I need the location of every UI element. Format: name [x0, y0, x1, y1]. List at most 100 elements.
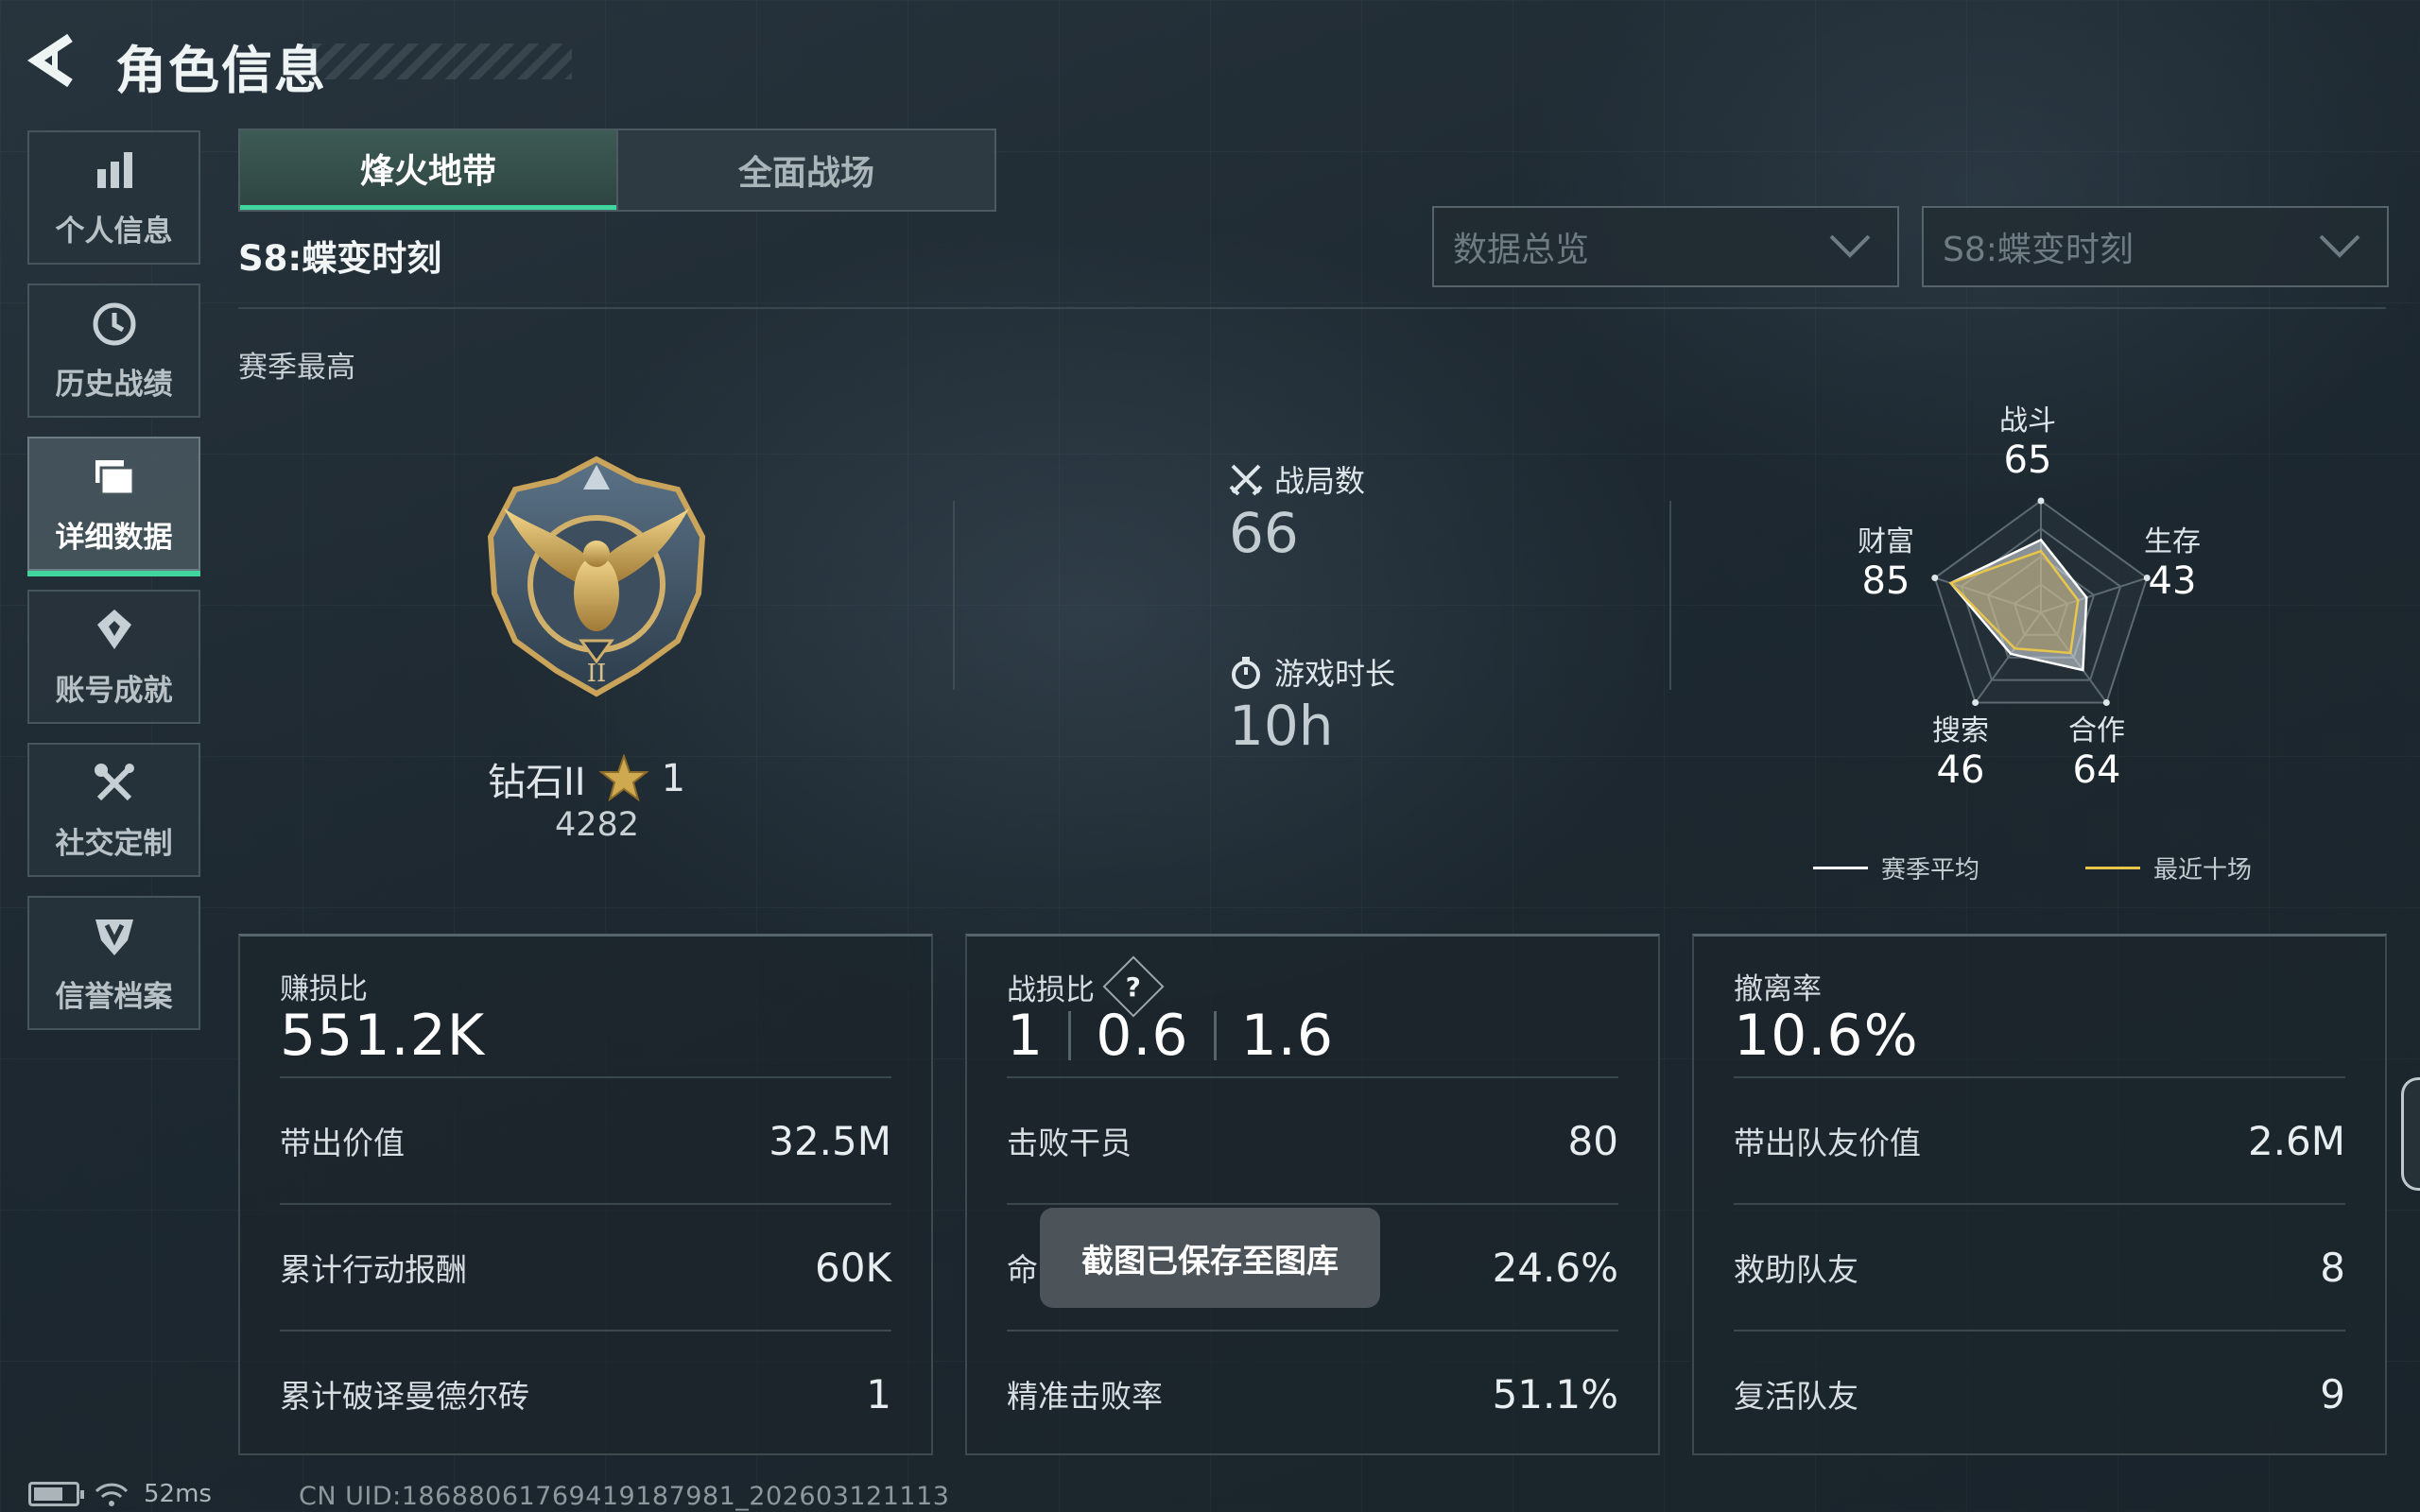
sidebar-item-credit[interactable]: 信誉档案: [27, 896, 200, 1030]
achievement-badge-icon: [96, 609, 131, 649]
stopwatch-icon: [1232, 657, 1260, 689]
sidebar-item-personal-info[interactable]: 个人信息: [27, 130, 200, 265]
radar-axis-dot: [2102, 698, 2110, 706]
stat-key: 带出队友价值: [1734, 1125, 1921, 1161]
card-divider: [1007, 1330, 1618, 1332]
bar-chart-icon: [96, 151, 132, 188]
star-icon: [598, 754, 648, 802]
sidebar-item-detailed-data[interactable]: 详细数据: [27, 437, 200, 576]
ratio-value: 1: [1007, 1003, 1045, 1069]
season-high-label: 赛季最高: [238, 351, 355, 385]
stat-key: 累计破译曼德尔砖: [280, 1378, 529, 1415]
sidebar-item-label: 个人信息: [55, 214, 173, 249]
sidebar-item-label: 历史战绩: [55, 367, 173, 402]
legend-line-gold: [2085, 867, 2140, 869]
sidebar-item-label: 信誉档案: [55, 979, 173, 1014]
stat-key: 击败干员: [1007, 1125, 1132, 1161]
radar-axis-cooperation: 合作 64: [2031, 707, 2163, 792]
rank-score: 4282: [555, 806, 640, 844]
radar-value: 65: [2003, 438, 2052, 482]
radar-axis-dot: [1972, 698, 1979, 706]
season-title: S8:蝶变时刻: [238, 238, 442, 279]
stat-row: 带出队友价值 2.6M: [1734, 1112, 2345, 1169]
card-divider: [1734, 1330, 2345, 1332]
sidebar-item-label: 社交定制: [55, 826, 173, 861]
data-view-dropdown[interactable]: 数据总览: [1432, 206, 1899, 287]
legend-label: 赛季平均: [1881, 856, 1980, 885]
back-arrow-icon[interactable]: [26, 32, 83, 89]
stat-row: 救助队友 8: [1734, 1239, 2345, 1296]
rank-tier: 钻石II: [488, 761, 586, 804]
crossed-swords-icon: [1229, 464, 1263, 496]
chevron-down-icon: [1829, 234, 1871, 258]
title-decoration: [312, 43, 572, 79]
radar-axis-survival: 生存 43: [2106, 518, 2238, 603]
sidebar-item-social[interactable]: 社交定制: [27, 743, 200, 877]
matches-label-row: 战局数: [1229, 457, 1365, 501]
stat-key: 命: [1007, 1251, 1038, 1288]
mode-tabs: 烽火地带 全面战场: [238, 129, 996, 212]
radar-value: 43: [2148, 559, 2197, 603]
radar-label: 财富: [1858, 525, 1914, 558]
help-glyph: ?: [1125, 971, 1142, 1003]
stat-value: 9: [2320, 1370, 2345, 1418]
user-uid: CN UID:18688061769419187981_202603121113: [299, 1482, 950, 1511]
card-divider: [280, 1203, 891, 1205]
extraction-card: 撤离率 10.6% 带出队友价值 2.6M 救助队友 8 复活队友 9: [1692, 934, 2387, 1455]
card-divider: [280, 1330, 891, 1332]
sidebar-item-label: 账号成就: [55, 673, 173, 708]
legend-label: 最近十场: [2153, 856, 2253, 885]
section-divider: [953, 501, 955, 690]
stat-row: 累计破译曼德尔砖 1: [280, 1366, 891, 1422]
history-clock-icon: [93, 302, 135, 345]
stat-row: 带出价值 32.5M: [280, 1112, 891, 1169]
stat-value: 32.5M: [769, 1117, 891, 1164]
card-label-text: 撤离率: [1734, 972, 1822, 1006]
rank-tier-row: 钻石II 1: [488, 751, 685, 806]
combat-card: 战损比 ? 1 0.6 1.6 击败干员 80 命 24.6% 精准击败率 51…: [965, 934, 1660, 1455]
stat-key: 带出价值: [280, 1125, 405, 1161]
stat-value: 80: [1567, 1117, 1618, 1164]
sidebar-item-history[interactable]: 历史战绩: [27, 284, 200, 418]
playtime-label: 游戏时长: [1274, 656, 1396, 692]
sidebar-item-achievements[interactable]: 账号成就: [27, 590, 200, 724]
radar-label: 生存: [2144, 525, 2201, 558]
sidebar-item-label: 详细数据: [55, 520, 173, 555]
card-divider: [280, 1076, 891, 1078]
radar-value: 85: [1861, 559, 1910, 603]
profit-card: 赚损比 551.2K 带出价值 32.5M 累计行动报酬 60K 累计破译曼德尔…: [238, 934, 933, 1455]
card-label: 赚损比: [280, 965, 368, 1007]
page-title: 角色信息: [115, 41, 327, 100]
svg-text:II: II: [587, 660, 607, 688]
legend-recent-ten: 最近十场: [2085, 850, 2252, 885]
radar-axis-combat: 战斗 65: [1962, 397, 2094, 482]
playtime-value: 10h: [1229, 694, 1334, 758]
card-divider: [1734, 1203, 2345, 1205]
wifi-icon: [95, 1483, 129, 1506]
section-divider: [1669, 501, 1671, 690]
battery-icon: [28, 1482, 84, 1506]
side-handle[interactable]: [2401, 1077, 2420, 1191]
tab-full-battlefield[interactable]: 全面战场: [616, 130, 994, 210]
stat-value: 2.6M: [2247, 1117, 2345, 1164]
matches-value: 66: [1229, 501, 1299, 565]
status-bar: 52ms: [28, 1480, 212, 1508]
playtime-label-row: 游戏时长: [1229, 650, 1395, 694]
radar-axis-search: 搜索 46: [1894, 707, 2027, 792]
folder-data-icon: [95, 459, 134, 495]
legend-line-white: [1813, 867, 1868, 869]
radar-axis-dot: [2037, 497, 2045, 505]
card-divider: [1007, 1076, 1618, 1078]
season-dropdown[interactable]: S8:蝶变时刻: [1922, 206, 2389, 287]
radar-value: 64: [2072, 748, 2121, 792]
stat-value: 24.6%: [1492, 1244, 1618, 1291]
card-divider: [1734, 1076, 2345, 1078]
ratio-value: 0.6: [1096, 1003, 1189, 1069]
radar-label: 搜索: [1932, 714, 1989, 747]
tab-hazard-zone[interactable]: 烽火地带: [240, 130, 616, 210]
stat-row: 累计行动报酬 60K: [280, 1239, 891, 1296]
card-label-text: 赚损比: [280, 972, 368, 1006]
ping-value: 52ms: [144, 1480, 212, 1508]
header-divider: [238, 307, 2386, 309]
shield-emblem-icon: [95, 919, 133, 955]
